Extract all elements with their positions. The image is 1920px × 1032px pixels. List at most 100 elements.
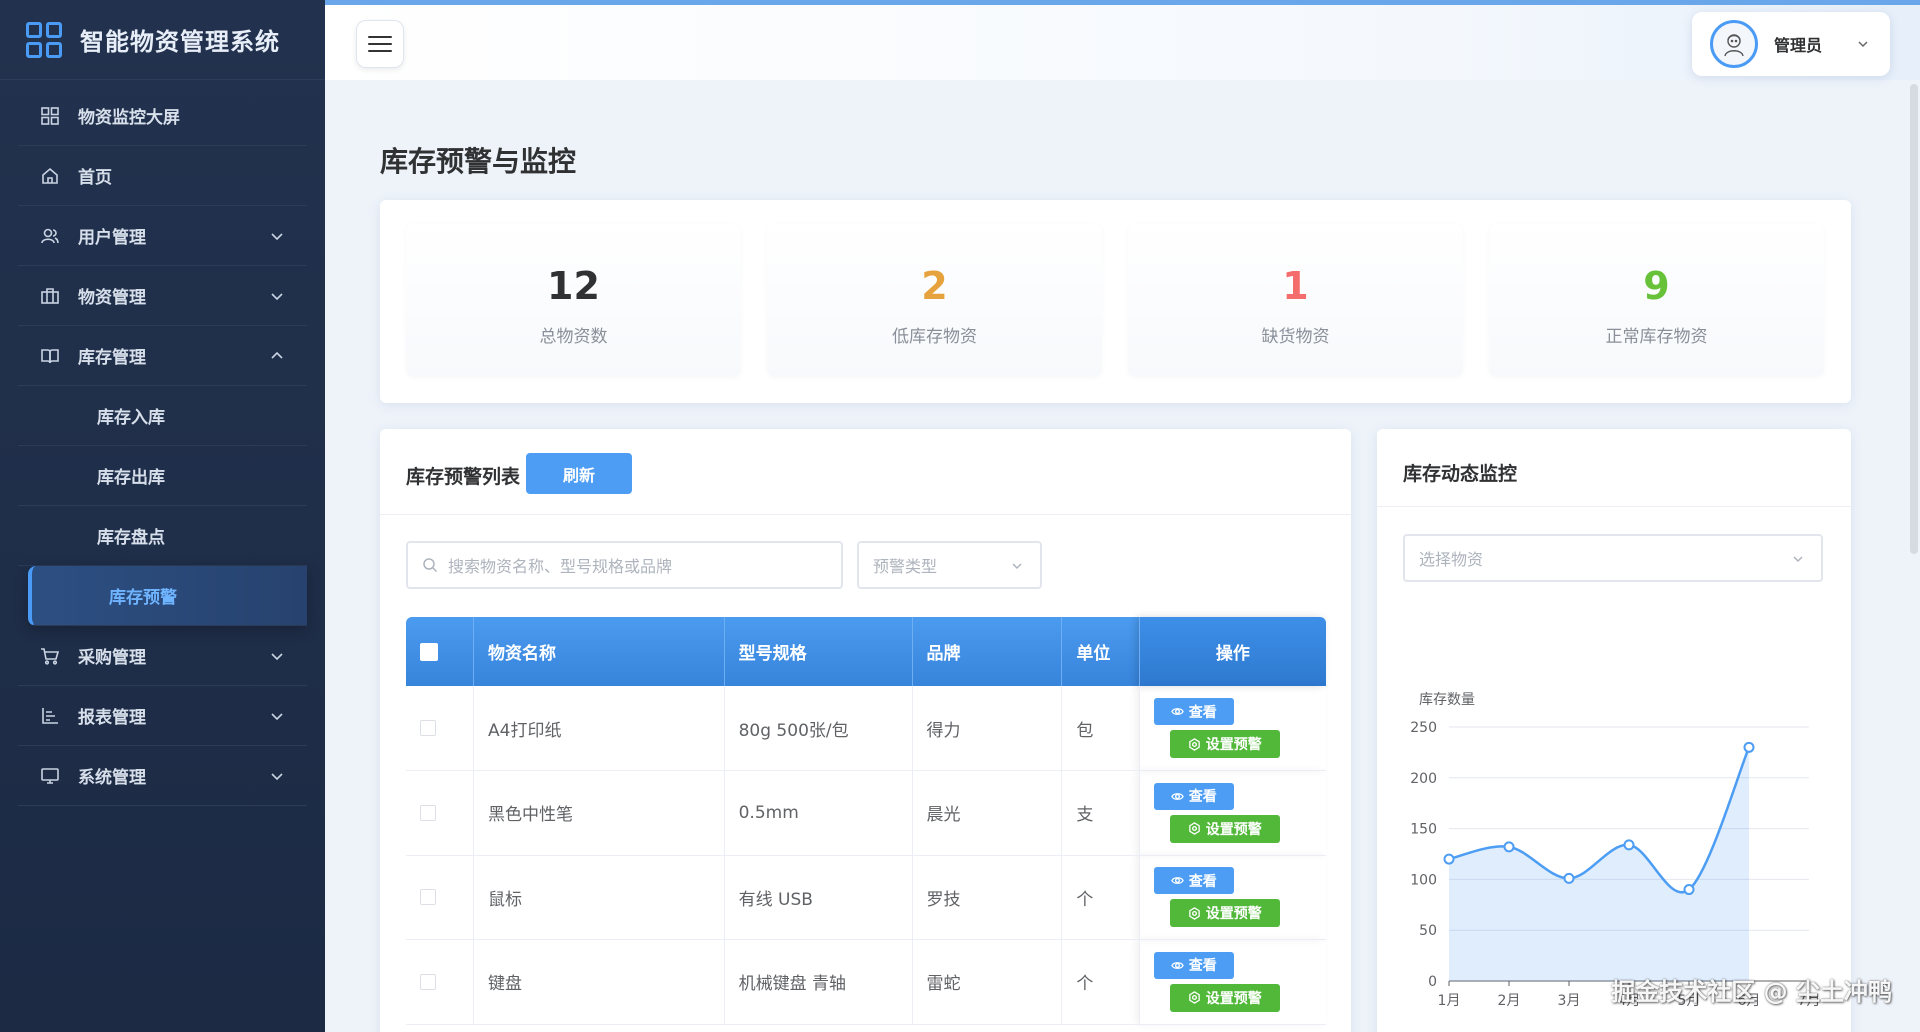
- chevron-up-icon: [271, 351, 283, 359]
- chevron-down-icon: [271, 773, 283, 781]
- sidebar: 智能物资管理系统 物资监控大屏 首页 用户管理 物资管理 库存管理 库存入库 库…: [0, 0, 325, 1032]
- y-tick-label: 250: [1410, 720, 1437, 736]
- user-menu[interactable]: 管理员: [1692, 12, 1890, 76]
- select-placeholder: 预警类型: [873, 557, 938, 576]
- table-row: 黑色中性笔 0.5mm 晨光 支 查看 设置预警: [406, 770, 1326, 856]
- chevron-down-icon: [271, 293, 283, 301]
- avatar: [1710, 20, 1758, 68]
- set-alert-button[interactable]: 设置预警: [1169, 983, 1280, 1012]
- dashboard-icon: [40, 106, 60, 126]
- search-input[interactable]: 搜索物资名称、型号规格或品牌: [406, 541, 843, 589]
- set-alert-button-label: 设置预警: [1205, 821, 1262, 838]
- sidebar-item-materials[interactable]: 物资管理: [18, 266, 307, 326]
- cell-brand: 晨光: [912, 770, 1063, 856]
- sidebar-item-inventory[interactable]: 库存管理: [18, 326, 307, 386]
- view-button-label: 查看: [1188, 873, 1217, 890]
- cell-unit: 个: [1061, 939, 1140, 1025]
- row-select-cell[interactable]: [406, 686, 475, 771]
- chevron-down-icon: [1012, 563, 1022, 570]
- sidebar-item-dashboard[interactable]: 物资监控大屏: [18, 86, 307, 146]
- alert-table: 物资名称 型号规格 品牌 单位 操作 A4打印纸 80g 500张/包 得力 包…: [406, 617, 1326, 1025]
- select-all-cell[interactable]: [406, 617, 475, 686]
- row-checkbox[interactable]: [420, 889, 436, 906]
- y-tick-label: 50: [1419, 923, 1437, 939]
- sidebar-item-reports[interactable]: 报表管理: [18, 686, 307, 746]
- sidebar-subitem-stock-out[interactable]: 库存出库: [18, 446, 307, 506]
- set-alert-button[interactable]: 设置预警: [1169, 730, 1280, 758]
- refresh-button[interactable]: 刷新: [526, 453, 632, 494]
- sidebar-item-label: 库存盘点: [97, 528, 165, 548]
- sidebar-item-label: 首页: [78, 168, 112, 188]
- column-header-spec: 型号规格: [724, 617, 913, 686]
- user-icon: [40, 226, 60, 246]
- set-alert-button-label: 设置预警: [1205, 737, 1262, 753]
- column-header-brand: 品牌: [912, 617, 1063, 686]
- search-placeholder: 搜索物资名称、型号规格或品牌: [448, 557, 673, 576]
- view-button[interactable]: 查看: [1153, 698, 1234, 725]
- page-scrollbar[interactable]: [1910, 84, 1918, 554]
- y-axis-label: 库存数量: [1419, 692, 1475, 708]
- cell-unit: 支: [1061, 770, 1140, 856]
- row-checkbox[interactable]: [420, 973, 436, 990]
- view-button-label: 查看: [1188, 789, 1217, 806]
- data-point: [1563, 872, 1575, 884]
- sidebar-subitem-stock-alert[interactable]: 库存预警: [28, 566, 307, 626]
- column-header-name: 物资名称: [473, 617, 725, 686]
- alert-list-title: 库存预警列表: [406, 466, 521, 488]
- data-point: [1443, 853, 1455, 865]
- row-select-cell[interactable]: [406, 939, 475, 1025]
- settings-icon: [1188, 822, 1200, 836]
- sidebar-item-purchase[interactable]: 采购管理: [18, 626, 307, 686]
- stat-value: 2: [921, 264, 948, 308]
- y-tick-label: 100: [1410, 872, 1437, 888]
- page-title: 库存预警与监控: [380, 145, 577, 178]
- set-alert-button[interactable]: 设置预警: [1169, 814, 1280, 843]
- menu-toggle-button[interactable]: [356, 20, 404, 68]
- chevron-down-icon: [271, 713, 283, 721]
- select-all-checkbox[interactable]: [420, 642, 438, 661]
- view-button-label: 查看: [1188, 958, 1217, 975]
- y-tick-label: 200: [1410, 771, 1437, 787]
- cell-spec: 机械键盘 青轴: [724, 939, 913, 1025]
- cell-actions: 查看 设置预警: [1139, 855, 1326, 940]
- x-tick-label: 3月: [1558, 993, 1581, 1009]
- cell-brand: 雷蛇: [912, 939, 1063, 1025]
- row-select-cell[interactable]: [406, 770, 475, 856]
- eye-icon: [1170, 708, 1184, 715]
- row-select-cell[interactable]: [406, 855, 475, 940]
- sidebar-subitem-stocktake[interactable]: 库存盘点: [18, 506, 307, 566]
- chevron-down-icon: [271, 653, 283, 661]
- cell-actions: 查看 设置预警: [1139, 939, 1326, 1025]
- sidebar-subitem-stock-in[interactable]: 库存入库: [18, 386, 307, 446]
- sidebar-item-label: 物资管理: [78, 288, 146, 308]
- stat-total: 12 总物资数: [406, 224, 741, 377]
- watermark: 掘金技术社区 @ 尘土冲鸭: [1611, 978, 1892, 1006]
- cart-icon: [40, 646, 60, 666]
- set-alert-button-label: 设置预警: [1205, 906, 1262, 923]
- sidebar-item-system[interactable]: 系统管理: [18, 746, 307, 806]
- row-checkbox[interactable]: [420, 720, 436, 736]
- view-button[interactable]: 查看: [1153, 951, 1234, 979]
- stat-out-of-stock: 1 缺货物资: [1128, 224, 1463, 377]
- view-button[interactable]: 查看: [1153, 782, 1234, 810]
- column-header-unit: 单位: [1061, 617, 1140, 686]
- cell-spec: 有线 USB: [724, 855, 913, 940]
- cell-unit: 个: [1061, 855, 1140, 940]
- row-checkbox[interactable]: [420, 804, 436, 821]
- box-icon: [40, 286, 60, 306]
- stats-panel: 12 总物资数 2 低库存物资 1 缺货物资 9 正常库存物资: [380, 200, 1851, 403]
- stock-monitor-panel: 库存动态监控 选择物资 库存数量 0 50 100 150 200 250 1月 2月 3月 4月 5…: [1377, 429, 1851, 1032]
- stat-label: 总物资数: [539, 327, 608, 347]
- material-select[interactable]: 选择物资: [1403, 534, 1823, 582]
- sidebar-item-home[interactable]: 首页: [18, 146, 307, 206]
- home-icon: [40, 166, 60, 186]
- alert-type-select[interactable]: 预警类型: [857, 541, 1042, 589]
- eye-icon: [1170, 961, 1184, 969]
- set-alert-button[interactable]: 设置预警: [1169, 899, 1280, 928]
- sidebar-item-users[interactable]: 用户管理: [18, 206, 307, 266]
- sidebar-item-label: 系统管理: [78, 768, 146, 788]
- stat-label: 缺货物资: [1261, 327, 1330, 347]
- view-button[interactable]: 查看: [1153, 867, 1234, 895]
- sidebar-item-label: 库存入库: [97, 408, 165, 428]
- cell-name: 鼠标: [473, 855, 725, 940]
